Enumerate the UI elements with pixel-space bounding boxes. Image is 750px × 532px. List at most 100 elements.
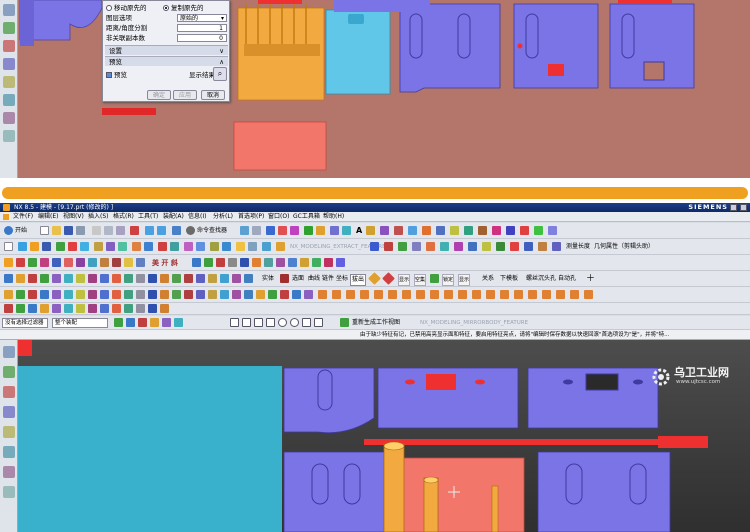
geometry-properties-button[interactable]: 几何属性（剪辑头助）	[594, 239, 654, 255]
hole-icon[interactable]	[80, 242, 89, 251]
block-tool-icon[interactable]	[374, 290, 383, 299]
mold-tool-icon[interactable]	[264, 258, 273, 267]
block-tool-icon[interactable]	[556, 290, 565, 299]
magnifier-icon[interactable]: ⌕	[213, 67, 227, 81]
utility-icon[interactable]	[100, 304, 109, 313]
curve-tool-icon[interactable]	[112, 290, 121, 299]
intersect-body-icon[interactable]	[170, 242, 179, 251]
unite-icon[interactable]	[144, 242, 153, 251]
ok-button[interactable]: 确定	[147, 90, 171, 100]
print-icon[interactable]	[76, 226, 85, 235]
mold-tool-icon[interactable]	[16, 258, 25, 267]
relation-button[interactable]: 关系	[482, 271, 494, 287]
select-icon[interactable]	[76, 274, 85, 283]
select-icon[interactable]	[16, 274, 25, 283]
distance-angle-field[interactable]: 1	[177, 24, 227, 32]
screw-counterbore-button[interactable]: 螺丝沉头孔	[526, 271, 556, 287]
mold-tool-icon[interactable]	[192, 258, 201, 267]
block-tool-icon[interactable]	[472, 290, 481, 299]
sketch-icon[interactable]	[266, 226, 275, 235]
apply-button[interactable]: 应用	[173, 90, 197, 100]
curve-tool-icon[interactable]	[172, 290, 181, 299]
layer-option-select[interactable]: 原始的 ▾	[177, 14, 227, 22]
intersect-icon[interactable]	[394, 226, 403, 235]
select-icon[interactable]	[4, 274, 13, 283]
resource-icon[interactable]	[3, 94, 15, 106]
mold-tool-icon[interactable]	[40, 258, 49, 267]
cylinder-icon[interactable]	[18, 242, 27, 251]
resize-icon[interactable]	[426, 242, 435, 251]
part-navigator-icon[interactable]	[3, 386, 15, 398]
fillet-icon[interactable]	[422, 226, 431, 235]
graphics-viewport[interactable]: 乌卫工业网 www.ujtcsc.com	[18, 340, 750, 532]
split-body-icon[interactable]	[276, 242, 285, 251]
snap-icon[interactable]	[302, 318, 311, 327]
resource-icon[interactable]	[3, 4, 15, 16]
measure-icon[interactable]	[468, 242, 477, 251]
select-icon[interactable]	[28, 274, 37, 283]
select-icon[interactable]	[52, 274, 61, 283]
mold-tool-icon[interactable]	[300, 258, 309, 267]
menu-format[interactable]: 格式(R)	[113, 212, 134, 222]
utility-icon[interactable]	[16, 304, 25, 313]
mold-tool-icon[interactable]	[252, 258, 261, 267]
pull-face-icon[interactable]	[454, 242, 463, 251]
curve-tool-icon[interactable]	[208, 290, 217, 299]
command-finder-button[interactable]: 命令查找器	[197, 223, 227, 239]
filter-icon[interactable]	[174, 318, 183, 327]
curve-icon[interactable]	[304, 226, 313, 235]
select-icon[interactable]	[244, 274, 253, 283]
mold-tool-icon[interactable]	[324, 258, 333, 267]
resource-icon[interactable]	[3, 130, 15, 142]
mold-tool-icon[interactable]	[216, 258, 225, 267]
pocket-icon[interactable]	[106, 242, 115, 251]
reuse-library-icon[interactable]	[3, 406, 15, 418]
start-icon[interactable]	[4, 226, 13, 235]
mold-tool-icon[interactable]	[52, 258, 61, 267]
radio-copy-original[interactable]: 复制原先的	[163, 4, 204, 13]
extrude-icon[interactable]	[56, 242, 65, 251]
block-tool-icon[interactable]	[332, 290, 341, 299]
resource-icon[interactable]	[3, 112, 15, 124]
curve-tool-icon[interactable]	[292, 290, 301, 299]
lower-plate-button[interactable]: 下模板	[500, 271, 518, 287]
utility-icon[interactable]	[64, 304, 73, 313]
filter-icon[interactable]	[138, 318, 147, 327]
curve-tool-icon[interactable]	[52, 290, 61, 299]
snap-circle-icon[interactable]	[278, 318, 287, 327]
scale-icon[interactable]	[492, 226, 501, 235]
diamond-icon[interactable]	[382, 272, 395, 285]
edge-blend-icon[interactable]	[184, 242, 193, 251]
draft-icon[interactable]	[222, 242, 231, 251]
menu-preferences[interactable]: 首选项(P)	[238, 212, 264, 222]
assembly-navigator-icon[interactable]	[3, 346, 15, 358]
menu-info[interactable]: 信息(I)	[188, 212, 206, 222]
utility-icon[interactable]	[76, 304, 85, 313]
select-icon[interactable]	[430, 274, 439, 283]
curve-tool-icon[interactable]	[16, 290, 25, 299]
select-icon[interactable]	[184, 274, 193, 283]
helix-icon[interactable]	[464, 226, 473, 235]
small-toggle-1[interactable]: 显示	[398, 274, 411, 286]
select-icon[interactable]	[160, 274, 169, 283]
snap-icon[interactable]	[230, 318, 239, 327]
boss-icon[interactable]	[94, 242, 103, 251]
mold-tool-icon[interactable]	[228, 258, 237, 267]
paste-icon[interactable]	[116, 226, 125, 235]
subtract-icon[interactable]	[158, 242, 167, 251]
block-tool-icon[interactable]	[570, 290, 579, 299]
select-icon[interactable]	[40, 274, 49, 283]
sew-icon[interactable]	[520, 226, 529, 235]
filter-icon[interactable]	[126, 318, 135, 327]
block-tool-icon[interactable]	[542, 290, 551, 299]
preview-section[interactable]: 预览 ∧	[105, 56, 228, 66]
menu-analysis[interactable]: 分析(L)	[213, 212, 233, 222]
menu-edit[interactable]: 编辑(E)	[38, 212, 58, 222]
curve-tool-icon[interactable]	[148, 290, 157, 299]
resource-icon[interactable]	[3, 58, 15, 70]
system-materials-icon[interactable]	[3, 486, 15, 498]
open-folder-icon[interactable]	[52, 226, 61, 235]
curve-tool-icon[interactable]	[244, 290, 253, 299]
close-button[interactable]	[740, 204, 747, 211]
block-tool-icon[interactable]	[444, 290, 453, 299]
